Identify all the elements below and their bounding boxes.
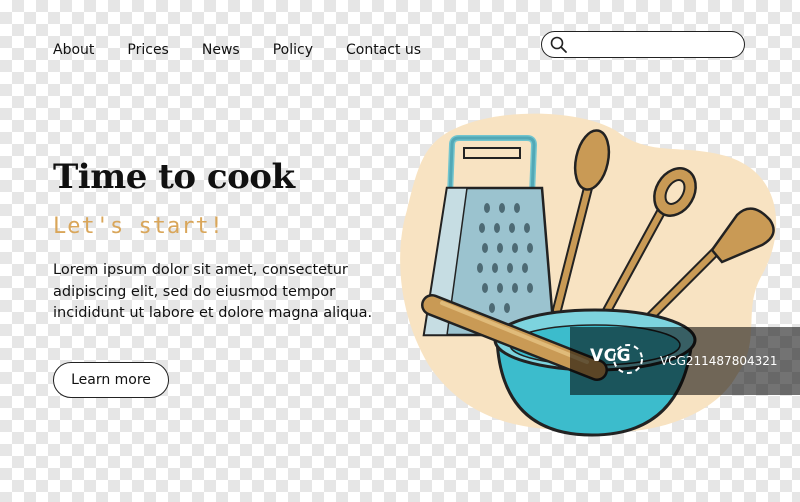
nav-contact-us[interactable]: Contact us [346, 40, 421, 60]
top-nav: About Prices News Policy Contact us [53, 40, 454, 60]
subtitle: Let's start! [53, 214, 224, 239]
watermark-id: VCG211487804321 [660, 354, 778, 368]
watermark-logo-text: VCG [590, 346, 632, 366]
intro-text: Lorem ipsum dolor sit amet, consectetur … [53, 262, 373, 321]
search-input[interactable] [572, 35, 741, 56]
nav-about[interactable]: About [53, 40, 94, 60]
nav-news[interactable]: News [202, 40, 240, 60]
nav-prices[interactable]: Prices [127, 40, 168, 60]
page-title: Time to cook [53, 157, 295, 197]
search-icon[interactable] [548, 35, 568, 55]
search-bar[interactable] [541, 31, 745, 58]
nav-policy[interactable]: Policy [273, 40, 313, 60]
learn-more-button[interactable]: Learn more [53, 362, 169, 398]
